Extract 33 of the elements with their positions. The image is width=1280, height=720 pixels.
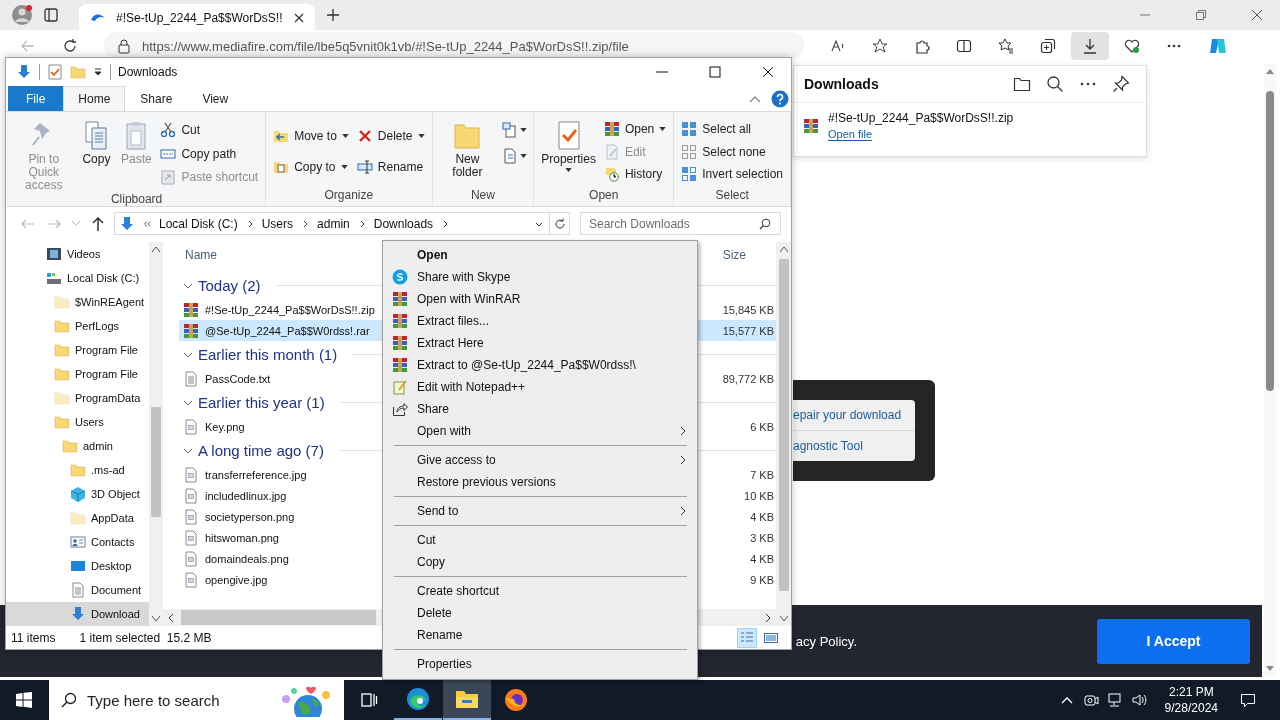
clock-date: 9/28/2024 — [1164, 700, 1218, 716]
file-name: includedlinux.jpg — [205, 489, 287, 502]
ribbon-group-label: Organize — [323, 188, 375, 204]
file-name: hitswoman.png — [205, 531, 279, 544]
file-size: 4 KB — [750, 552, 774, 565]
file-size: 10 KB — [744, 489, 774, 502]
file-size: 6 KB — [750, 420, 774, 433]
file-name: PassCode.txt — [205, 372, 271, 385]
ribbon-group-label: New — [469, 188, 496, 204]
file-size: 4 KB — [750, 510, 774, 523]
file-size: 15,577 KB — [722, 324, 774, 337]
ribbon-group-label: Open — [588, 188, 620, 204]
status-text: 1 item selected 15.2 MB — [79, 630, 212, 645]
file-name: @Se-tUp_2244_Pa$$W0rdss!.rar — [205, 324, 370, 337]
cookie-text: acy Policy. — [795, 633, 857, 649]
file-size: 7 KB — [750, 468, 774, 481]
window-title: Downloads — [118, 65, 178, 79]
file-name: opengive.jpg — [205, 573, 268, 586]
status-text: 11 items — [11, 630, 56, 645]
ribbon-group-label: Clipboard — [109, 192, 164, 208]
file-size: 89,772 KB — [722, 372, 774, 385]
ribbon-group-label: Select — [714, 188, 750, 204]
file-size: 15,845 KB — [722, 303, 774, 316]
panel-title: Downloads — [804, 76, 879, 92]
file-name: transferreference.jpg — [205, 468, 307, 481]
file-name: societyperson.png — [205, 510, 295, 523]
clock-time: 2:21 PM — [1168, 684, 1214, 700]
file-name: Key.png — [205, 420, 245, 433]
file-size: 9 KB — [750, 573, 774, 586]
download-file-name: #!Se-tUp_2244_Pa$$WorDsS!!.zip — [828, 111, 1014, 125]
file-size: 3 KB — [750, 531, 774, 544]
file-name: #!Se-tUp_2244_Pa$$WorDsS!!.zip — [205, 303, 375, 316]
file-name: domaindeals.png — [205, 552, 289, 565]
